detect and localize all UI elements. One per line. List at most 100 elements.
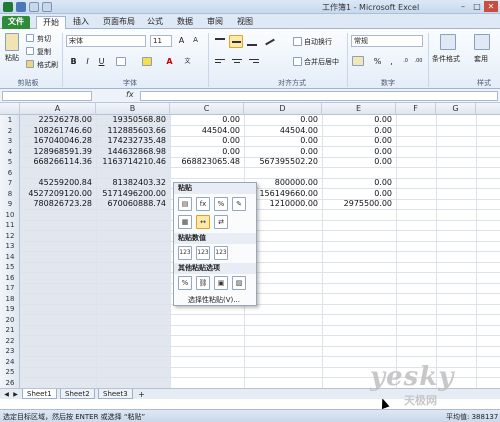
transpose-icon[interactable]: ⇄ — [214, 215, 228, 229]
row-header[interactable]: 9 — [0, 199, 20, 209]
sheet-tab-2[interactable]: Sheet2 — [60, 389, 95, 399]
sheet-tab-1[interactable]: Sheet1 — [22, 389, 57, 399]
align-left-icon[interactable] — [214, 57, 226, 67]
linked-picture-icon[interactable]: ▨ — [232, 276, 246, 290]
row-header[interactable]: 2 — [0, 126, 20, 136]
cell-b9[interactable]: 670060888.74 — [96, 199, 166, 209]
name-box[interactable] — [2, 91, 92, 101]
formula-input[interactable] — [140, 91, 498, 101]
border-icon[interactable] — [116, 57, 126, 66]
row-header[interactable]: 1 — [0, 115, 20, 125]
format-painter-button[interactable]: 格式刷 — [37, 60, 58, 70]
align-bottom-icon[interactable] — [246, 37, 258, 47]
row-header[interactable]: 4 — [0, 147, 20, 157]
save-icon[interactable] — [16, 2, 26, 12]
cell-a4[interactable]: 128968591.39 — [20, 147, 92, 157]
sheet-nav-last-icon[interactable]: ▶ — [10, 389, 21, 400]
cell-c2[interactable]: 44504.00 — [170, 126, 240, 136]
cell-d5[interactable]: 567395502.20 — [244, 157, 318, 167]
tab-data[interactable]: 数据 — [174, 16, 196, 29]
column-header-a[interactable]: A — [20, 103, 96, 115]
cell-e7[interactable]: 0.00 — [322, 178, 392, 188]
row-header[interactable]: 3 — [0, 136, 20, 146]
tab-review[interactable]: 审阅 — [204, 16, 226, 29]
select-all-corner[interactable] — [0, 103, 20, 115]
cell-c1[interactable]: 0.00 — [170, 115, 240, 125]
paste-icon[interactable]: ▤ — [178, 197, 192, 211]
row-header[interactable]: 18 — [0, 294, 20, 304]
align-top-icon[interactable] — [214, 37, 226, 47]
values-source-format-icon[interactable]: 123 — [214, 246, 228, 260]
cell-a5[interactable]: 668266114.36 — [20, 157, 92, 167]
cell-e4[interactable]: 0.00 — [322, 147, 392, 157]
currency-icon[interactable] — [352, 56, 364, 66]
cell-d3[interactable]: 0.00 — [244, 136, 318, 146]
fill-color-icon[interactable] — [142, 57, 152, 66]
orientation-icon[interactable] — [264, 37, 276, 47]
keep-source-format-icon[interactable]: ✎ — [232, 197, 246, 211]
cell-e1[interactable]: 0.00 — [322, 115, 392, 125]
decrease-decimal-icon[interactable]: .00 — [413, 56, 424, 67]
format-as-table-icon[interactable] — [474, 34, 490, 50]
tab-insert[interactable]: 插入 — [70, 16, 92, 29]
row-header[interactable]: 22 — [0, 336, 20, 346]
column-header-b[interactable]: B — [96, 103, 170, 115]
cell-b5[interactable]: 1163714210.46 — [96, 157, 166, 167]
merge-center-button[interactable]: 合并后居中 — [304, 57, 339, 67]
formula-number-format-icon[interactable]: % — [214, 197, 228, 211]
row-header[interactable]: 20 — [0, 315, 20, 325]
increase-decimal-icon[interactable]: .0 — [400, 56, 411, 67]
tab-formulas[interactable]: 公式 — [144, 16, 166, 29]
font-size-combo[interactable]: 11 — [150, 35, 172, 47]
keep-col-width-icon[interactable]: ↔ — [196, 215, 210, 229]
cell-a8[interactable]: 4527209120.00 — [20, 189, 92, 199]
row-header[interactable]: 10 — [0, 210, 20, 220]
conditional-format-icon[interactable] — [440, 34, 456, 50]
row-header[interactable]: 24 — [0, 357, 20, 367]
cell-b3[interactable]: 174232735.48 — [96, 136, 166, 146]
fx-icon[interactable]: fx — [126, 90, 134, 99]
values-number-format-icon[interactable]: 123 — [196, 246, 210, 260]
font-color-icon[interactable]: A — [164, 56, 175, 67]
percent-button[interactable]: % — [372, 56, 383, 67]
cell-b8[interactable]: 5171496200.00 — [96, 189, 166, 199]
cell-c4[interactable]: 0.00 — [170, 147, 240, 157]
column-header-c[interactable]: C — [170, 103, 244, 115]
cell-a1[interactable]: 22526278.00 — [20, 115, 92, 125]
cell-b4[interactable]: 144632868.98 — [96, 147, 166, 157]
conditional-format-button[interactable]: 条件格式 — [432, 54, 460, 64]
values-icon[interactable]: 123 — [178, 246, 192, 260]
undo-icon[interactable] — [29, 2, 39, 12]
row-header[interactable]: 11 — [0, 220, 20, 230]
tab-view[interactable]: 视图 — [234, 16, 256, 29]
no-borders-icon[interactable]: ▦ — [178, 215, 192, 229]
column-header-f[interactable]: F — [396, 103, 436, 115]
wrap-text-button[interactable]: 自动换行 — [304, 37, 332, 47]
cell-d4[interactable]: 0.00 — [244, 147, 318, 157]
format-as-table-button[interactable]: 套用 — [474, 54, 488, 64]
comma-button[interactable]: , — [386, 56, 397, 67]
row-header[interactable]: 21 — [0, 325, 20, 335]
copy-button[interactable]: 复制 — [37, 47, 51, 57]
row-header[interactable]: 15 — [0, 262, 20, 272]
paste-button[interactable]: 粘贴 — [5, 53, 19, 63]
underline-button[interactable]: U — [96, 56, 107, 67]
redo-icon[interactable] — [42, 2, 52, 12]
cell-a2[interactable]: 108261746.60 — [20, 126, 92, 136]
paste-special-item[interactable]: 选择性粘贴(V)... — [188, 295, 240, 305]
row-header[interactable]: 6 — [0, 168, 20, 178]
sheet-tab-3[interactable]: Sheet3 — [98, 389, 133, 399]
row-header[interactable]: 14 — [0, 252, 20, 262]
worksheet-grid[interactable]: 22526278.00 19350568.80 0.00 0.00 0.00 1… — [20, 115, 500, 388]
cell-d2[interactable]: 44504.00 — [244, 126, 318, 136]
column-header-d[interactable]: D — [244, 103, 322, 115]
insert-sheet-icon[interactable]: + — [136, 389, 147, 400]
picture-icon[interactable]: ▣ — [214, 276, 228, 290]
italic-button[interactable]: I — [82, 56, 93, 67]
cell-e5[interactable]: 0.00 — [322, 157, 392, 167]
cut-button[interactable]: 剪切 — [37, 34, 51, 44]
row-header[interactable]: 19 — [0, 304, 20, 314]
cell-b1[interactable]: 19350568.80 — [96, 115, 166, 125]
cell-b7[interactable]: 81382403.32 — [96, 178, 166, 188]
font-name-combo[interactable]: 宋体 — [66, 35, 146, 47]
